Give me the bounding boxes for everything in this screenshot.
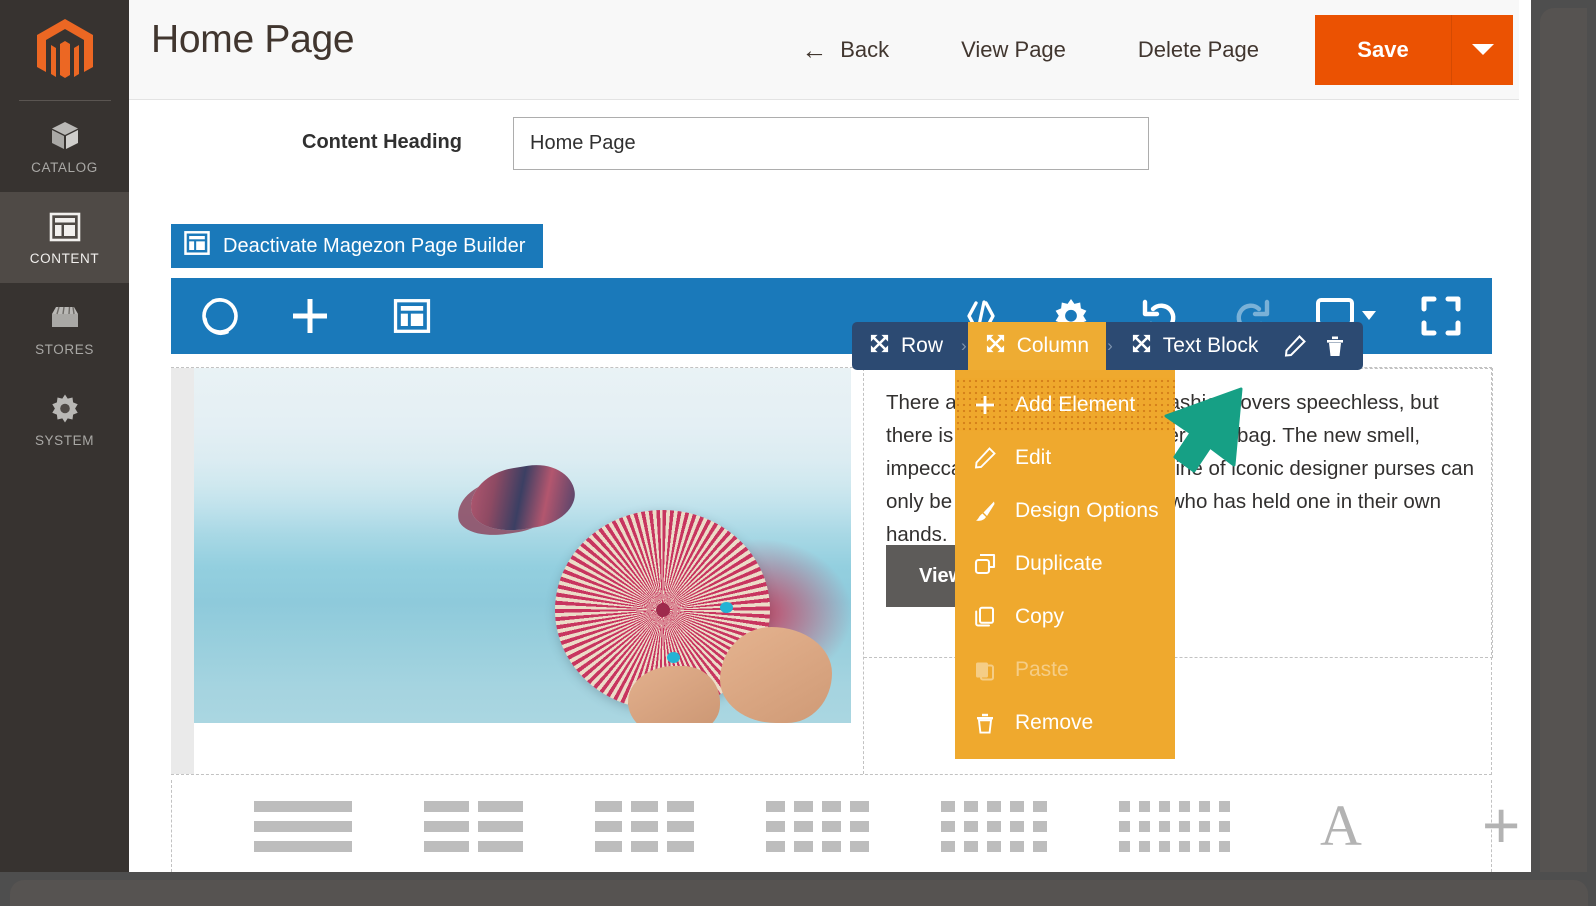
magezon-logo-icon[interactable] (189, 278, 251, 354)
move-icon (869, 333, 890, 360)
move-icon (985, 333, 1006, 360)
pencil-icon[interactable] (1275, 322, 1315, 370)
photo-bag-center (655, 603, 670, 617)
delete-page-label: Delete Page (1137, 36, 1259, 62)
mouse-pointer-arrow (1133, 383, 1248, 503)
menu-item-label: Remove (1015, 710, 1094, 734)
trash-icon (973, 712, 997, 734)
plus-icon (973, 394, 997, 416)
sidebar-item-label: SYSTEM (34, 432, 95, 448)
back-button-label: Back (840, 36, 890, 62)
save-dropdown-toggle[interactable] (1451, 14, 1513, 85)
menu-item-label: Paste (1015, 657, 1069, 681)
paste-icon (973, 659, 997, 681)
arrow-left-icon: ← (801, 34, 828, 65)
four-column-icon[interactable] (766, 800, 869, 852)
box-icon (48, 119, 82, 153)
deactivate-button-label: Deactivate Magezon Page Builder (223, 234, 526, 257)
save-button[interactable]: Save (1315, 14, 1451, 85)
view-page-button[interactable]: View Page (925, 37, 1102, 63)
header-actions: ← Back View Page Delete Page Save (765, 0, 1513, 99)
stage-image[interactable] (194, 368, 851, 723)
breadcrumb-item-text-block[interactable]: Text Block (1114, 322, 1276, 370)
breadcrumb-item-column[interactable]: Column (967, 322, 1107, 370)
layout-icon[interactable] (381, 278, 443, 354)
fullscreen-icon[interactable] (1410, 278, 1472, 354)
browser-frame: CATALOG CONTENT STORES SYSTEM Home Page … (0, 0, 1596, 906)
page-header: Home Page ← Back View Page Delete Page S… (129, 0, 1531, 100)
store-icon (48, 301, 82, 335)
five-column-icon[interactable] (941, 800, 1047, 852)
breadcrumb-separator: › (961, 336, 967, 355)
element-breadcrumb: Row › Column › Text Block (852, 322, 1364, 370)
deactivate-page-builder-button[interactable]: Deactivate Magezon Page Builder (171, 224, 544, 268)
three-column-icon[interactable] (595, 800, 694, 852)
caret-down-icon (1471, 44, 1494, 55)
one-column-icon[interactable] (254, 800, 352, 852)
photo-nail (667, 652, 681, 663)
menu-item-label: Copy (1015, 604, 1065, 628)
breadcrumb-separator: › (1107, 336, 1113, 355)
layout-icon (183, 229, 211, 263)
breadcrumb-label: Column (1016, 334, 1090, 357)
window-right-panel (1540, 8, 1587, 898)
content-heading-input[interactable] (513, 117, 1149, 170)
sidebar-item-label: STORES (35, 341, 94, 357)
magento-logo-icon (36, 19, 93, 78)
menu-item-duplicate[interactable]: Duplicate (955, 537, 1175, 590)
move-icon (1131, 333, 1152, 360)
duplicate-icon (973, 553, 997, 575)
sidebar-item-label: CONTENT (29, 250, 100, 266)
delete-page-button[interactable]: Delete Page (1102, 37, 1295, 63)
magento-logo[interactable] (0, 0, 129, 100)
six-column-icon[interactable] (1119, 800, 1230, 852)
app-viewport: CATALOG CONTENT STORES SYSTEM Home Page … (0, 0, 1531, 872)
photo-nail (719, 602, 733, 614)
sidebar-item-catalog[interactable]: CATALOG (0, 101, 129, 192)
image-column[interactable] (171, 368, 851, 774)
breadcrumb-label: Row (901, 334, 944, 357)
page-title: Home Page (151, 18, 355, 61)
admin-sidebar: CATALOG CONTENT STORES SYSTEM (0, 0, 129, 872)
gear-icon (48, 392, 82, 426)
content-heading-field-row: Content Heading (129, 100, 1531, 220)
toolbar-left-group (171, 278, 457, 354)
menu-item-paste: Paste (955, 643, 1175, 696)
vertical-scrollbar[interactable] (1519, 0, 1531, 872)
back-button[interactable]: ← Back (765, 37, 925, 63)
pencil-icon (973, 446, 997, 469)
menu-item-label: Duplicate (1015, 551, 1103, 575)
photo-hand-right (719, 627, 832, 723)
content-heading-label: Content Heading (302, 131, 462, 153)
view-page-label: View Page (961, 36, 1066, 62)
breadcrumb-label: Text Block (1162, 334, 1259, 357)
menu-item-label: Add Element (1015, 392, 1136, 416)
menu-item-copy[interactable]: Copy (955, 590, 1175, 643)
trash-icon[interactable] (1315, 322, 1355, 370)
add-element-icon[interactable]: + (1482, 793, 1521, 858)
menu-item-label: Edit (1015, 445, 1052, 469)
brush-icon (973, 500, 997, 522)
sidebar-item-system[interactable]: SYSTEM (0, 374, 129, 465)
copy-icon (973, 606, 997, 628)
menu-item-remove[interactable]: Remove (955, 696, 1175, 749)
column-gutter (171, 368, 194, 774)
two-column-icon[interactable] (424, 800, 523, 852)
save-button-group: Save (1315, 14, 1513, 85)
sidebar-item-content[interactable]: CONTENT (0, 192, 129, 283)
element-tray: A + (171, 780, 1520, 872)
text-element-icon[interactable]: A (1320, 796, 1362, 854)
window-bottom-panel (10, 880, 1588, 906)
layout-icon (48, 210, 82, 244)
breadcrumb-item-row[interactable]: Row (852, 322, 960, 370)
sidebar-item-stores[interactable]: STORES (0, 283, 129, 374)
photo-bow-decor (465, 459, 580, 538)
sidebar-item-label: CATALOG (31, 159, 98, 175)
plus-icon[interactable] (279, 278, 341, 354)
